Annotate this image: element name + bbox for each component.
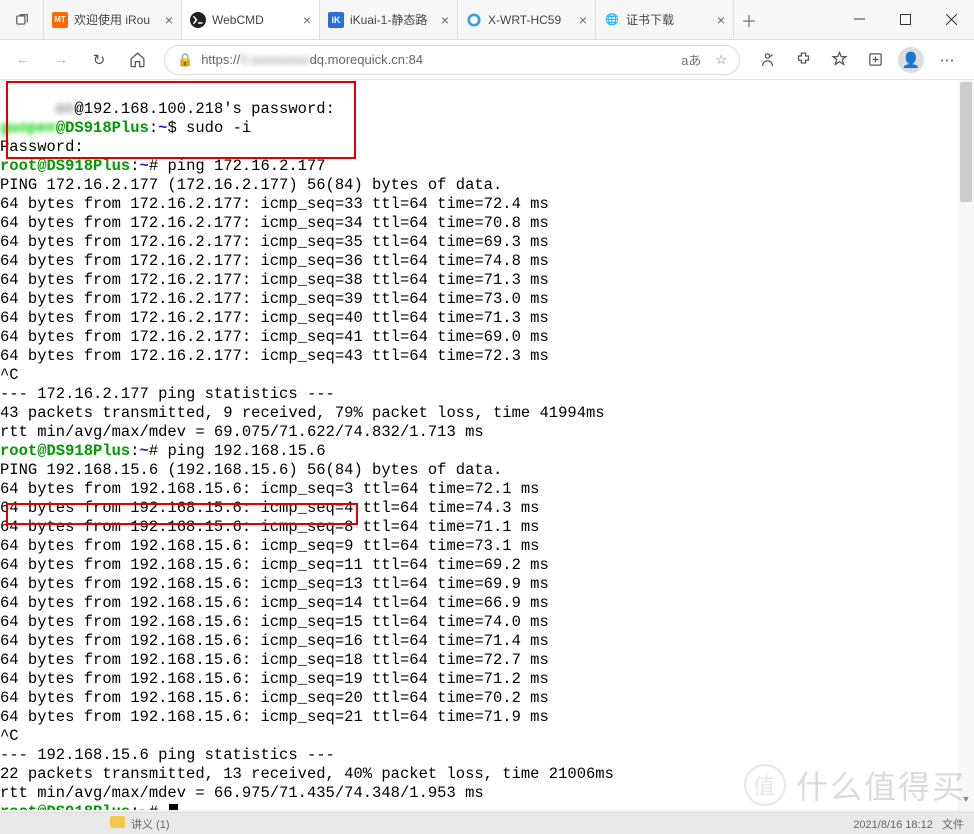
terminal-cursor — [169, 804, 178, 810]
translate-button[interactable]: aあ — [681, 50, 701, 69]
url-text: https://0.xxxxxxxxxdq.morequick.cn:84 — [201, 52, 673, 67]
terminal-output[interactable]: en@192.168.100.218's password: guopen@DS… — [0, 80, 974, 810]
forward-button[interactable]: → — [44, 44, 78, 76]
tracking-button[interactable] — [750, 44, 784, 76]
favicon-ikuai-icon: iK — [328, 12, 344, 28]
watermark: 值 什么值得买 — [744, 762, 966, 808]
tab-label: 证书下载 — [626, 11, 711, 28]
scrollbar-thumb[interactable] — [960, 82, 972, 202]
tab-label: WebCMD — [212, 13, 297, 27]
close-icon[interactable]: × — [165, 12, 173, 28]
close-icon[interactable]: × — [717, 12, 725, 28]
tab-label: 欢迎使用 iRou — [74, 11, 159, 28]
extensions-button[interactable] — [786, 44, 820, 76]
collections-button[interactable] — [858, 44, 892, 76]
tab-cert[interactable]: 🌐 证书下载 × — [596, 0, 734, 39]
tab-webcmd[interactable]: WebCMD × — [182, 0, 320, 39]
favicon-terminal-icon — [190, 12, 206, 28]
minimize-button[interactable] — [836, 0, 882, 39]
close-window-button[interactable] — [928, 0, 974, 39]
tab-xwrt[interactable]: X-WRT-HC59 × — [458, 0, 596, 39]
taskbar-clock: 2021/8/16 18:12 文件 — [853, 816, 964, 832]
page-content: en@192.168.100.218's password: guopen@DS… — [0, 80, 974, 810]
close-icon[interactable]: × — [441, 12, 449, 28]
favorite-button[interactable]: ☆ — [715, 52, 727, 68]
window-controls — [836, 0, 974, 39]
close-icon[interactable]: × — [303, 12, 311, 28]
vertical-scrollbar[interactable]: ▲ ▼ — [958, 80, 974, 810]
favicon-globe-icon: 🌐 — [604, 12, 620, 28]
tab-label: X-WRT-HC59 — [488, 13, 573, 27]
favicon-xwrt-icon — [466, 12, 482, 28]
home-button[interactable] — [120, 44, 154, 76]
watermark-text: 什么值得买 — [796, 762, 966, 808]
address-bar[interactable]: 🔒 https://0.xxxxxxxxxdq.morequick.cn:84 … — [164, 45, 740, 75]
folder-icon — [110, 816, 125, 828]
lock-icon: 🔒 — [177, 52, 193, 68]
favicon-mt-icon: MT — [52, 12, 68, 28]
tab-ikuai[interactable]: iK iKuai-1-静态路 × — [320, 0, 458, 39]
taskbar-fragment: 讲义 (1) 2021/8/16 18:12 文件 — [0, 812, 974, 834]
tab-strip: MT 欢迎使用 iRou × WebCMD × iK iKuai-1-静态路 ×… — [0, 0, 836, 39]
profile-button[interactable]: 👤 — [894, 44, 928, 76]
maximize-button[interactable] — [882, 0, 928, 39]
favorites-button[interactable] — [822, 44, 856, 76]
close-icon[interactable]: × — [579, 12, 587, 28]
tab-label: iKuai-1-静态路 — [350, 11, 435, 28]
new-tab-button[interactable]: ＋ — [734, 8, 764, 32]
browser-toolbar: ← → ↻ 🔒 https://0.xxxxxxxxxdq.morequick.… — [0, 40, 974, 80]
menu-button[interactable]: ⋯ — [930, 44, 964, 76]
tab-irou[interactable]: MT 欢迎使用 iRou × — [44, 0, 182, 39]
taskbar-folder: 讲义 (1) — [110, 816, 170, 832]
browser-titlebar: MT 欢迎使用 iRou × WebCMD × iK iKuai-1-静态路 ×… — [0, 0, 974, 40]
back-button[interactable]: ← — [6, 44, 40, 76]
watermark-badge-icon: 值 — [744, 764, 786, 806]
refresh-button[interactable]: ↻ — [82, 44, 116, 76]
tab-actions-button[interactable] — [0, 0, 44, 39]
